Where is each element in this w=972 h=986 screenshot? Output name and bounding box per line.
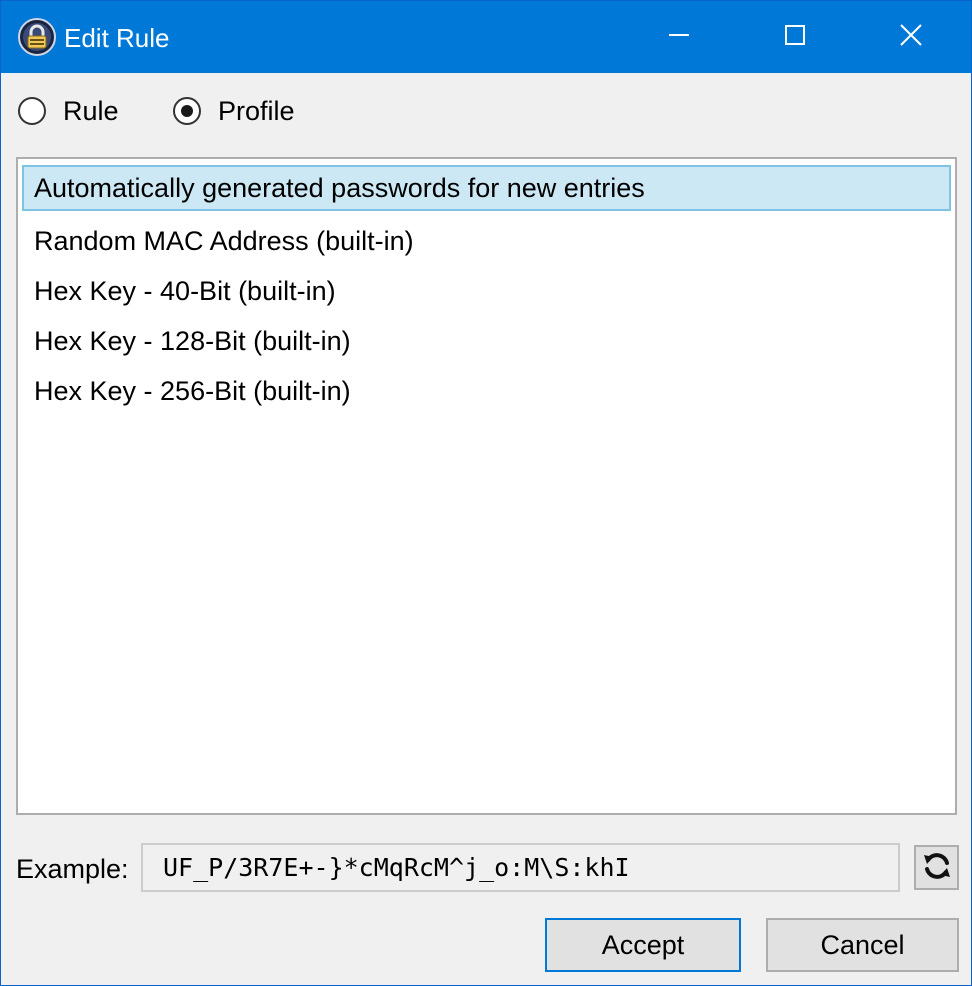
profile-radio-label[interactable]: Profile <box>218 96 295 127</box>
minimize-icon <box>669 25 689 49</box>
minimize-button[interactable] <box>621 1 737 73</box>
keepass-lock-icon <box>18 18 56 56</box>
rule-radio-button[interactable] <box>18 97 46 125</box>
window-title: Edit Rule <box>64 23 170 53</box>
list-item[interactable]: Hex Key - 128-Bit (built-in) <box>22 318 951 364</box>
maximize-icon <box>785 25 805 49</box>
example-password-field[interactable]: UF_P/3R7E+-}*cMqRcM^j_o:M\S:khI <box>141 843 900 892</box>
regenerate-button[interactable] <box>914 845 959 890</box>
profile-list[interactable]: Automatically generated passwords for ne… <box>16 157 957 815</box>
list-item[interactable]: Automatically generated passwords for ne… <box>22 165 951 211</box>
list-item[interactable]: Hex Key - 256-Bit (built-in) <box>22 368 951 414</box>
maximize-button[interactable] <box>737 1 853 73</box>
refresh-icon <box>921 850 953 886</box>
close-button[interactable] <box>853 1 969 73</box>
close-icon <box>900 24 922 50</box>
cancel-button[interactable]: Cancel <box>766 918 959 972</box>
accept-button[interactable]: Accept <box>545 918 741 972</box>
list-item[interactable]: Random MAC Address (built-in) <box>22 218 951 264</box>
example-label: Example: <box>16 854 129 884</box>
profile-radio-button[interactable] <box>173 97 201 125</box>
profile-radio-option[interactable]: Profile <box>173 91 295 131</box>
edit-rule-dialog: Edit Rule Rule Profile Automatically gen… <box>0 0 972 986</box>
list-item[interactable]: Hex Key - 40-Bit (built-in) <box>22 268 951 314</box>
rule-radio-label[interactable]: Rule <box>63 96 119 127</box>
rule-radio-option[interactable]: Rule <box>18 91 119 131</box>
title-bar[interactable]: Edit Rule <box>1 1 971 73</box>
